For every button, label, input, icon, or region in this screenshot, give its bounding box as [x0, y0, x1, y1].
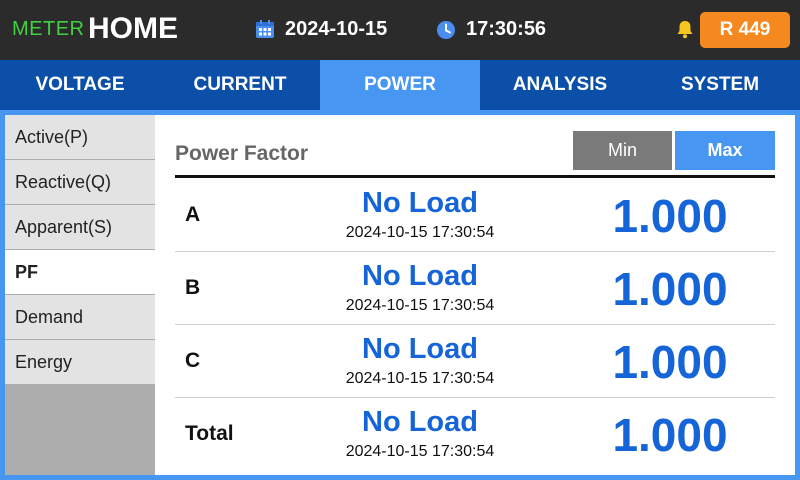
phase-label: B [185, 276, 201, 299]
tab-voltage[interactable]: VOLTAGE [0, 60, 160, 110]
calendar-icon [256, 20, 274, 38]
tab-power[interactable]: POWER [320, 60, 480, 110]
sidebar-item-apparent[interactable]: Apparent(S) [5, 205, 155, 249]
sidebar-item-active[interactable]: Active(P) [5, 115, 155, 159]
min-button[interactable]: Min [573, 131, 672, 170]
alarm-count-badge[interactable]: R 449 [700, 12, 790, 48]
phase-label: C [185, 349, 201, 372]
current-date: 2024-10-15 [285, 18, 388, 40]
phase-label: Total [185, 422, 234, 445]
record-timestamp: 2024-10-15 17:30:54 [345, 370, 495, 387]
record-timestamp: 2024-10-15 17:30:54 [345, 224, 495, 241]
current-time: 17:30:56 [466, 18, 547, 40]
table-row: B No Load 2024-10-15 17:30:54 1.000 [175, 252, 775, 325]
table-row: A No Load 2024-10-15 17:30:54 1.000 [175, 179, 775, 252]
load-status: No Load [362, 333, 478, 365]
load-status: No Load [362, 260, 478, 292]
record-timestamp: 2024-10-15 17:30:54 [345, 443, 495, 460]
pf-value: 1.000 [612, 409, 728, 461]
pf-value: 1.000 [612, 263, 728, 315]
page-title: HOME [88, 12, 178, 45]
main-nav: VOLTAGE CURRENT POWER ANALYSIS SYSTEM [0, 60, 800, 110]
load-status: No Load [362, 187, 478, 219]
tab-system[interactable]: SYSTEM [640, 60, 800, 110]
load-status: No Load [362, 406, 478, 438]
max-button[interactable]: Max [675, 131, 775, 170]
pf-value: 1.000 [612, 190, 728, 242]
panel-title: Power Factor [175, 142, 309, 165]
brand-prefix: METER [12, 18, 85, 40]
top-bar: METER HOME 2024-10-15 17:30:56 R 449 [0, 0, 800, 60]
header-divider [175, 175, 775, 178]
sidebar-item-energy[interactable]: Energy [5, 340, 155, 384]
sidebar-item-reactive[interactable]: Reactive(Q) [5, 160, 155, 204]
sidebar: Active(P) Reactive(Q) Apparent(S) PF Dem… [5, 115, 155, 475]
tab-analysis[interactable]: ANALYSIS [480, 60, 640, 110]
bell-icon[interactable] [675, 19, 695, 39]
tab-current[interactable]: CURRENT [160, 60, 320, 110]
sidebar-item-pf[interactable]: PF [5, 250, 155, 294]
pf-value: 1.000 [612, 336, 728, 388]
table-row: Total No Load 2024-10-15 17:30:54 1.000 [175, 398, 775, 471]
clock-icon [437, 21, 455, 39]
table-row: C No Load 2024-10-15 17:30:54 1.000 [175, 325, 775, 398]
sidebar-item-demand[interactable]: Demand [5, 295, 155, 339]
record-timestamp: 2024-10-15 17:30:54 [345, 297, 495, 314]
phase-label: A [185, 203, 201, 226]
